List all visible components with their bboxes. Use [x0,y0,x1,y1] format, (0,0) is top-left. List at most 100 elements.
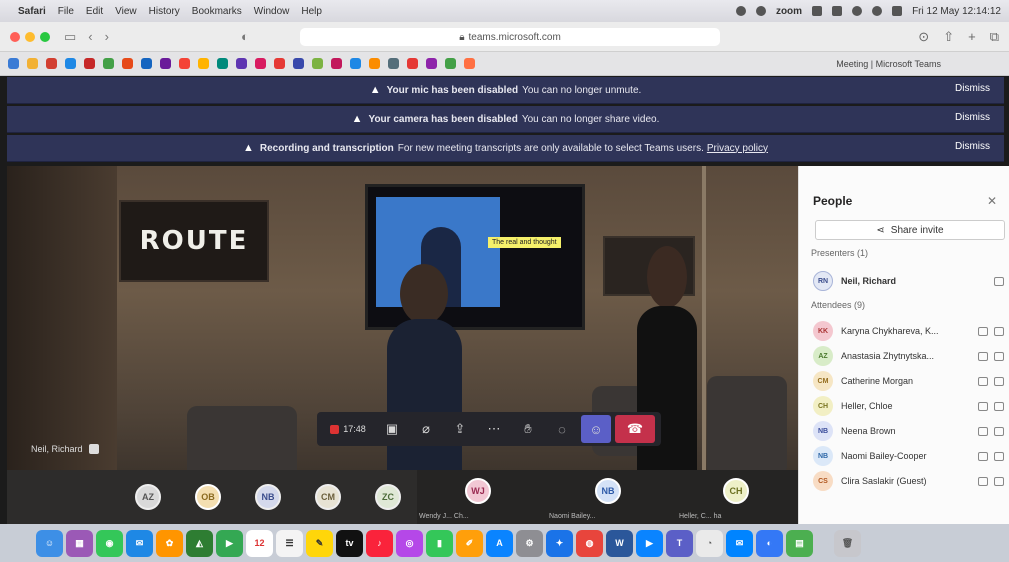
favorite-icon[interactable] [160,58,171,69]
tv-icon[interactable]: tv [336,529,363,557]
close-window-button[interactable] [10,31,20,42]
share-icon[interactable]: ⇧ [943,29,954,45]
chat-icon[interactable]: ◌ [547,415,577,443]
favorite-icon[interactable] [369,58,380,69]
minimize-window-button[interactable] [25,31,35,42]
new-tab-icon[interactable]: + [968,29,976,45]
screen-share-icon[interactable] [755,6,766,16]
address-bar[interactable]: 🔒︎ teams.microsoft.com [300,28,720,46]
facetime-icon[interactable]: ▶ [216,529,243,557]
podcasts-icon[interactable]: ◎ [396,529,423,557]
dismiss-button[interactable]: Dismiss [955,83,990,94]
menu-view[interactable]: View [115,6,137,17]
music-icon[interactable]: ♪ [366,529,393,557]
messages-icon[interactable]: ◉ [96,529,123,557]
contacts-icon[interactable]: ☰ [276,529,303,557]
participant-avatar[interactable]: WJ [465,478,491,504]
photos-icon[interactable]: ✿ [156,529,183,557]
participant-avatar[interactable]: CM [315,484,341,510]
menu-file[interactable]: File [58,6,74,17]
favorite-icon[interactable] [122,58,133,69]
favorite-icon[interactable] [350,58,361,69]
favorite-icon[interactable] [217,58,228,69]
favorite-icon[interactable] [84,58,95,69]
menubar-clock[interactable]: Fri 12 May 12:14:12 [912,6,1001,17]
favorite-icon[interactable] [312,58,323,69]
bluetooth-icon[interactable] [812,6,823,16]
notes-icon[interactable]: ✎ [306,529,333,557]
maps-icon[interactable]: ◭ [186,529,213,557]
close-icon[interactable]: ✕ [987,194,997,208]
menu-window[interactable]: Window [254,6,290,17]
favorite-icon[interactable] [293,58,304,69]
zoom-status-label[interactable]: zoom [776,6,802,17]
presenters-section-header[interactable]: Presenters (1) [811,248,868,258]
attendee-item[interactable]: CH Heller, Chloe [813,395,1008,417]
app-icon[interactable]: ▤ [786,529,813,557]
active-tab-title[interactable]: Meeting | Microsoft Teams [836,59,941,69]
control-center-icon[interactable] [892,6,903,16]
favorite-icon[interactable] [141,58,152,69]
attendee-item[interactable]: KK Karyna Chykhareva, K... [813,320,1008,342]
app-icon[interactable]: ◐ [756,529,783,557]
menu-history[interactable]: History [149,6,180,17]
attendees-section-header[interactable]: Attendees (9) [811,300,865,310]
download-icon[interactable]: ⊙ [918,29,929,45]
numbers-icon[interactable]: ▮ [426,529,453,557]
safari-icon[interactable]: ✦ [546,529,573,557]
app-store-icon[interactable]: A [486,529,513,557]
privacy-shield-icon[interactable]: ◐ [241,29,249,44]
search-icon[interactable] [872,6,883,16]
sidebar-toggle-icon[interactable]: ▭ [64,29,76,45]
attendee-item[interactable]: NB Naomi Bailey-Cooper [813,445,1008,467]
participant-avatar[interactable]: NB [255,484,281,510]
word-icon[interactable]: W [606,529,633,557]
teams-icon[interactable]: T [666,529,693,557]
favorite-icon[interactable] [103,58,114,69]
share-screen-icon[interactable]: ⇪ [445,415,475,443]
menu-bookmarks[interactable]: Bookmarks [192,6,242,17]
menu-app-name[interactable]: Safari [18,6,46,17]
mic-off-icon[interactable]: ⌀ [411,415,441,443]
favorite-icon[interactable] [388,58,399,69]
preview-icon[interactable]: ◔ [696,529,723,557]
people-icon[interactable]: ☺ [581,415,611,443]
attendee-item[interactable]: CS Clira Saslakir (Guest) [813,470,1008,492]
trash-icon[interactable]: 🗑︎ [834,529,861,557]
participant-avatar[interactable]: NB [595,478,621,504]
favorite-icon[interactable] [65,58,76,69]
tab-overview-icon[interactable]: ⧉ [990,29,999,45]
pages-icon[interactable]: ✐ [456,529,483,557]
finder-icon[interactable]: ☺ [36,529,63,557]
presenter-item[interactable]: RN Neil, Richard [813,270,1008,292]
dismiss-button[interactable]: Dismiss [955,141,990,152]
favorite-icon[interactable] [179,58,190,69]
favorite-icon[interactable] [274,58,285,69]
zoom-window-button[interactable] [40,31,50,42]
attendee-item[interactable]: NB Neena Brown [813,420,1008,442]
participant-avatar[interactable]: AZ [135,484,161,510]
mail-icon[interactable]: ✉ [126,529,153,557]
raise-hand-icon[interactable]: ✋︎ [513,415,543,443]
participant-avatar[interactable]: ZC [375,484,401,510]
menu-edit[interactable]: Edit [86,6,103,17]
attendee-item[interactable]: CM Catherine Morgan [813,370,1008,392]
dismiss-button[interactable]: Dismiss [955,112,990,123]
calendar-icon[interactable]: 12 [246,529,273,557]
forward-icon[interactable]: › [105,29,109,44]
favorite-icon[interactable] [407,58,418,69]
leave-call-button[interactable]: ☎ [615,415,655,443]
gmail-icon[interactable] [46,58,57,69]
back-icon[interactable]: ‹ [88,29,92,44]
messenger-icon[interactable]: ✉ [726,529,753,557]
settings-icon[interactable]: ⚙ [516,529,543,557]
favorite-icon[interactable] [198,58,209,69]
menu-help[interactable]: Help [301,6,322,17]
launchpad-icon[interactable]: ▦ [66,529,93,557]
favorite-icon[interactable] [236,58,247,69]
battery-icon[interactable] [832,6,843,16]
zoom-icon[interactable]: ▶ [636,529,663,557]
share-invite-button[interactable]: ⋖ Share invite [815,220,1005,240]
favorite-icon[interactable] [331,58,342,69]
wifi-icon[interactable] [852,6,863,16]
